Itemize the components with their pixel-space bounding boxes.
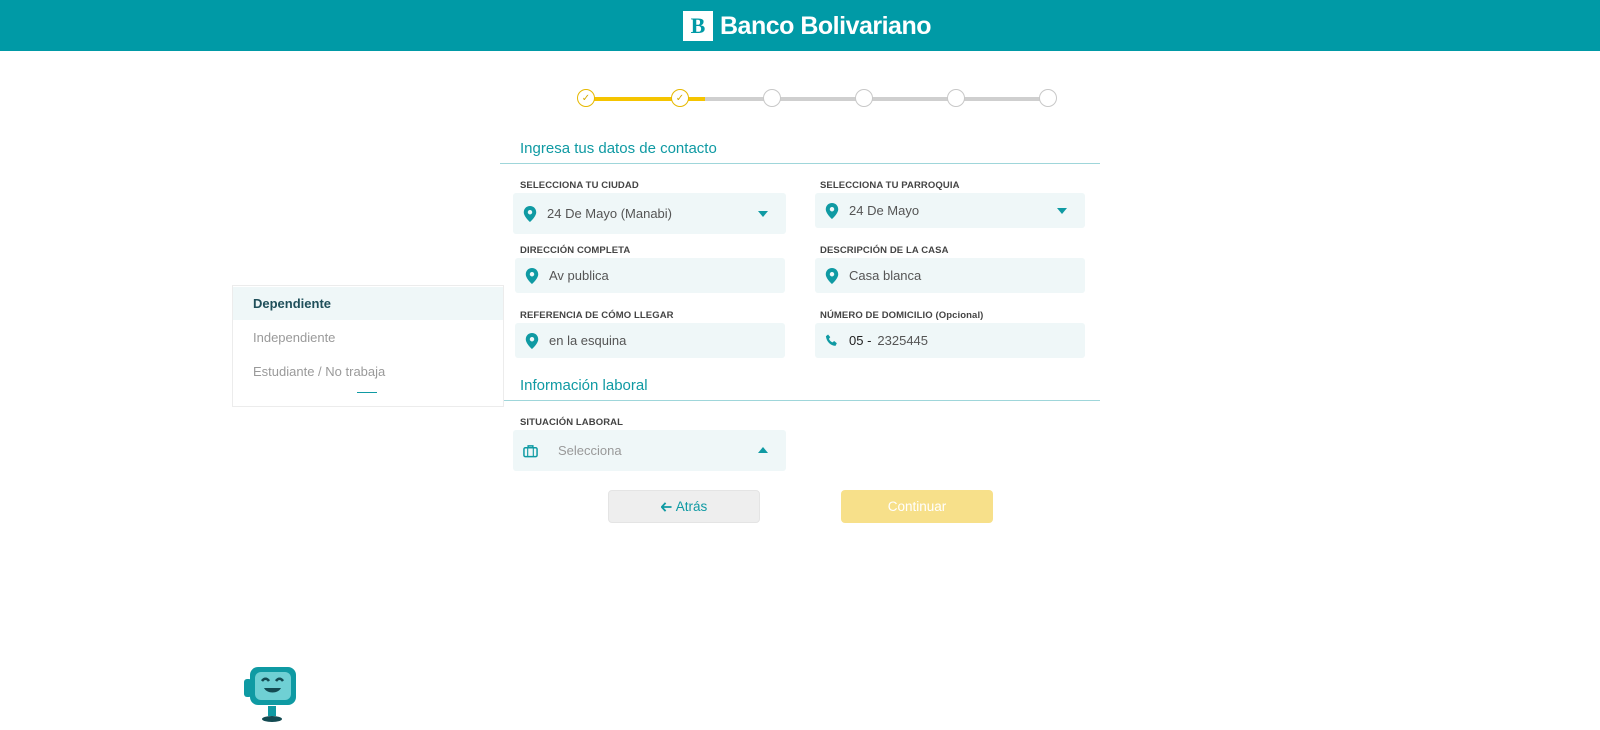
top-header: B Banco Bolivariano [0, 0, 1600, 51]
chevron-up-icon [758, 447, 768, 453]
step-3 [763, 89, 781, 107]
parish-value: 24 De Mayo [849, 203, 920, 218]
chevron-down-icon [758, 211, 768, 217]
address-value: Av publica [549, 268, 609, 283]
continue-button[interactable]: Continuar [841, 490, 993, 523]
house-description-value: Casa blanca [849, 268, 922, 283]
progress-line-pending [705, 97, 1055, 101]
parish-label: SELECCIONA TU PARROQUIA [820, 180, 960, 191]
home-phone-input[interactable]: 05 - 2325445 [815, 323, 1085, 358]
parish-select[interactable]: 24 De Mayo [815, 193, 1085, 228]
location-pin-icon [525, 267, 539, 284]
continue-button-label: Continuar [887, 499, 947, 514]
step-2-check-icon: ✓ [671, 89, 689, 107]
back-button[interactable]: Atrás [608, 490, 760, 523]
house-description-input[interactable]: Casa blanca [815, 258, 1085, 293]
briefcase-icon [523, 444, 538, 457]
back-button-label: Atrás [675, 499, 708, 514]
location-pin-icon [825, 202, 839, 219]
location-pin-icon [523, 205, 537, 222]
step-4 [855, 89, 873, 107]
work-situation-select[interactable]: Selecciona [513, 430, 786, 471]
address-input[interactable]: Av publica [515, 258, 785, 293]
brand-name: Banco Bolivariano [720, 11, 932, 40]
step-1-check-icon: ✓ [577, 89, 595, 107]
reference-input[interactable]: en la esquina [515, 323, 785, 358]
bank-logo[interactable]: B Banco Bolivariano [683, 10, 932, 42]
location-pin-icon [825, 267, 839, 284]
arrow-left-icon [660, 501, 672, 512]
work-situation-placeholder: Selecciona [558, 443, 622, 458]
chat-assistant-icon[interactable] [240, 665, 302, 725]
work-situation-options: Dependiente Independiente Estudiante / N… [232, 285, 504, 407]
phone-value: 2325445 [877, 333, 929, 348]
phone-icon [825, 333, 837, 346]
progress-stepper: ✓ ✓ [577, 89, 1061, 107]
phone-prefix: 05 - [849, 333, 872, 348]
reference-value: en la esquina [549, 333, 627, 348]
home-phone-label: NÚMERO DE DOMICILIO (Opcional) [820, 310, 984, 321]
chevron-down-icon [1057, 208, 1067, 214]
logo-mark-icon: B [683, 11, 713, 41]
options-divider [357, 392, 377, 393]
option-independiente[interactable]: Independiente [233, 321, 503, 354]
address-label: DIRECCIÓN COMPLETA [520, 245, 631, 256]
option-dependiente[interactable]: Dependiente [233, 287, 503, 320]
work-section-title: Información laboral [500, 377, 1100, 401]
house-description-label: DESCRIPCIÓN DE LA CASA [820, 245, 949, 256]
reference-label: REFERENCIA DE CÓMO LLEGAR [520, 310, 674, 321]
city-value: 24 De Mayo (Manabi) [547, 206, 672, 221]
contact-section-title: Ingresa tus datos de contacto [500, 140, 1100, 164]
step-6 [1039, 89, 1057, 107]
city-select[interactable]: 24 De Mayo (Manabi) [513, 193, 786, 234]
location-pin-icon [525, 332, 539, 349]
step-5 [947, 89, 965, 107]
city-label: SELECCIONA TU CIUDAD [520, 180, 639, 191]
option-estudiante[interactable]: Estudiante / No trabaja [233, 355, 503, 388]
work-situation-label: SITUACIÓN LABORAL [520, 417, 624, 428]
